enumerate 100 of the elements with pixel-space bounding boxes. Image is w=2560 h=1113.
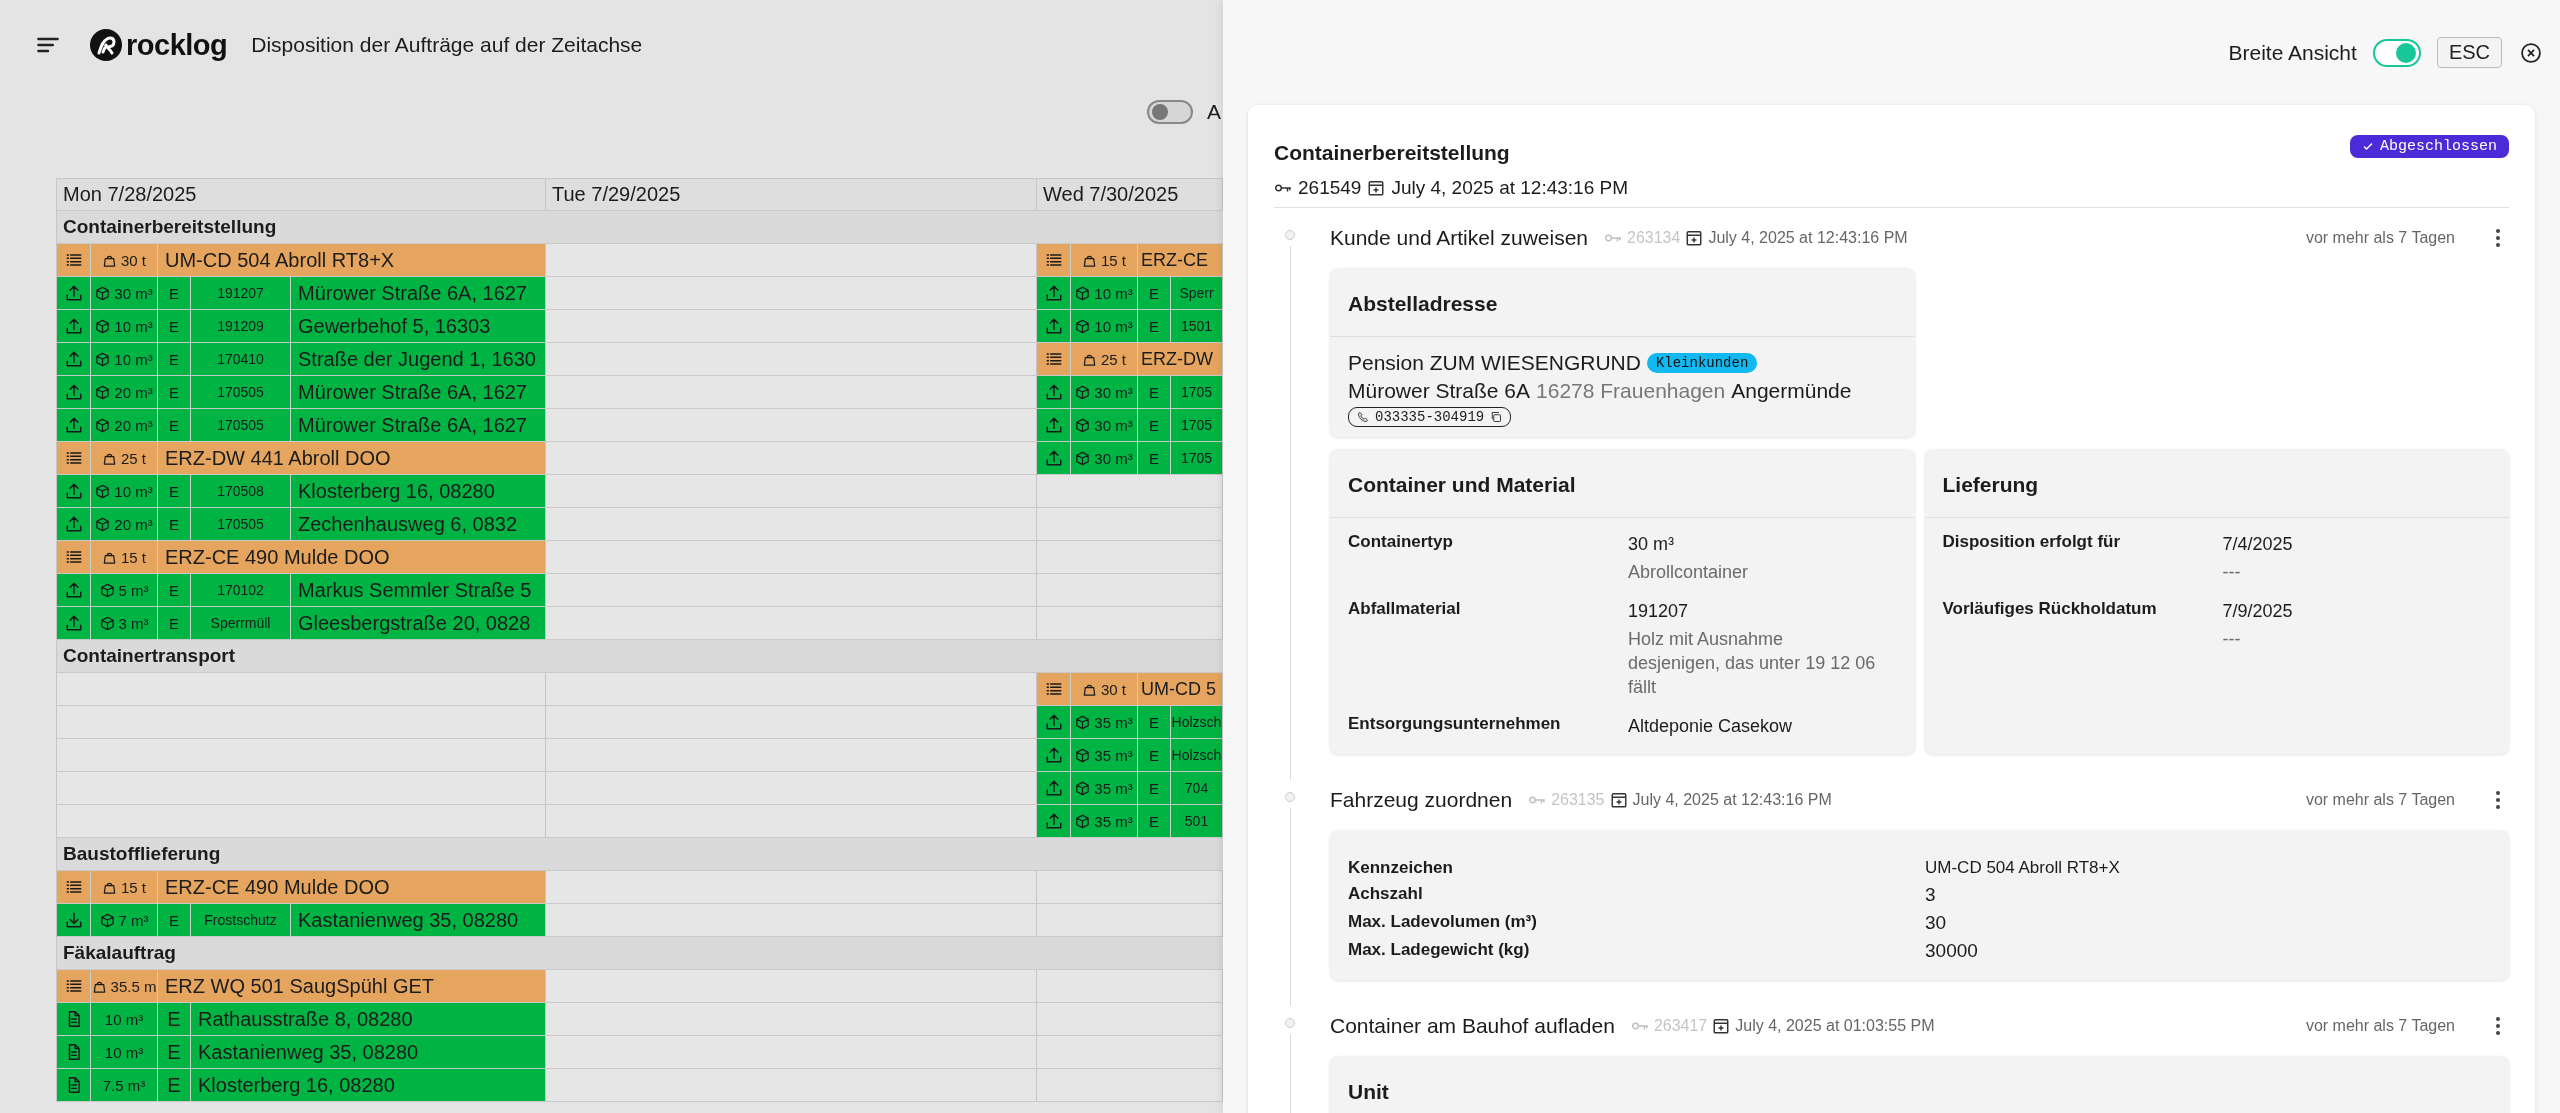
order-entry[interactable]: 30 m³ E 191207 Mürower Straße 6A, 1627 bbox=[56, 277, 546, 309]
vehicle-entry[interactable]: 30 t UM-CD 504 Abroll RT8+X bbox=[56, 244, 546, 276]
order-type: E bbox=[1149, 317, 1159, 335]
vehicle-name: UM-CD 5 bbox=[1141, 678, 1216, 700]
card-title: Container und Material bbox=[1330, 449, 1915, 518]
order-entry[interactable]: 10 m³ E 170508 Klosterberg 16, 08280 bbox=[56, 475, 546, 507]
vehicle-entry[interactable]: 15 t ERZ-CE 490 Mulde DOO bbox=[56, 541, 546, 573]
order-type: E bbox=[1149, 416, 1159, 434]
section-header: Containertransport bbox=[56, 640, 1223, 673]
order-code: Holzsch bbox=[1171, 714, 1222, 730]
order-entry[interactable]: 20 m³ E 170505 Zechenhausweg 6, 0832 bbox=[56, 508, 546, 540]
day-header: Tue 7/29/2025 bbox=[546, 178, 1037, 210]
more-options-icon[interactable] bbox=[2495, 790, 2501, 811]
box-icon bbox=[1075, 417, 1091, 433]
more-options-icon[interactable] bbox=[2495, 1016, 2501, 1037]
order-entry[interactable]: 10 m³ E Rathausstraße 8, 08280 bbox=[56, 1003, 546, 1035]
order-type: E bbox=[169, 515, 179, 533]
box-icon bbox=[1075, 813, 1091, 829]
menu-icon[interactable] bbox=[36, 35, 60, 55]
wide-view-label: Breite Ansicht bbox=[2228, 40, 2357, 65]
field-label: Max. Ladegewicht (kg) bbox=[1348, 940, 1531, 962]
order-code: 1705 bbox=[1180, 384, 1213, 400]
vehicle-entry[interactable]: 25 t ERZ-DW 441 Abroll DOO bbox=[56, 442, 546, 474]
order-entry[interactable]: 10 m³ E 170410 Straße der Jugend 1, 1630 bbox=[56, 343, 546, 375]
field-note: Abrollcontainer bbox=[1628, 561, 1750, 585]
order-volume: 30 m³ bbox=[114, 284, 153, 302]
esc-button[interactable]: ESC bbox=[2436, 37, 2502, 68]
list-icon bbox=[64, 449, 83, 467]
order-code: 170410 bbox=[217, 351, 264, 367]
order-entry[interactable]: 30 m³ E 1705 bbox=[1037, 442, 1223, 474]
order-entry[interactable]: 10 m³ E 191209 Gewerbehof 5, 16303 bbox=[56, 310, 546, 342]
order-volume: 10 m³ bbox=[114, 350, 153, 368]
order-type: E bbox=[1149, 284, 1159, 302]
order-entry[interactable]: 10 m³ E Sperr bbox=[1037, 277, 1223, 309]
order-code: 191209 bbox=[217, 318, 264, 334]
field-value: 30 bbox=[1925, 912, 1948, 935]
phone-chip[interactable]: 033335-304919 bbox=[1348, 407, 1512, 427]
vehicle-capacity: 15 t bbox=[1101, 251, 1126, 269]
list-icon bbox=[64, 251, 83, 269]
field-label: Abfallmaterial bbox=[1348, 598, 1462, 620]
vehicle-entry[interactable]: 15 t ERZ-CE bbox=[1037, 244, 1223, 276]
order-entry[interactable]: 10 m³ E Kastanienweg 35, 08280 bbox=[56, 1036, 546, 1068]
order-entry[interactable]: 20 m³ E 170505 Mürower Straße 6A, 1627 bbox=[56, 409, 546, 441]
vehicle-entry[interactable]: 25 t ERZ-DW bbox=[1037, 343, 1223, 375]
order-volume: 35 m³ bbox=[1094, 746, 1133, 764]
order-entry[interactable]: 10 m³ E 1501 bbox=[1037, 310, 1223, 342]
order-address: Klosterberg 16, 08280 bbox=[198, 1073, 395, 1097]
toggle-switch[interactable] bbox=[1147, 100, 1193, 124]
field-value: 3 bbox=[1925, 884, 1937, 907]
order-entry[interactable]: 35 m³ E Holzsch bbox=[1037, 706, 1223, 738]
order-type: E bbox=[1149, 746, 1159, 764]
order-code: 501 bbox=[1184, 813, 1209, 829]
vehicle-entry[interactable]: 35.5 m ERZ WQ 501 SaugSpühl GET bbox=[56, 970, 546, 1002]
toggle-switch[interactable] bbox=[2372, 38, 2421, 67]
relative-time: vor mehr als 7 Tagen bbox=[2305, 1017, 2455, 1036]
vehicle-name: ERZ WQ 501 SaugSpühl GET bbox=[165, 974, 434, 998]
order-entry[interactable]: 7.5 m³ E Klosterberg 16, 08280 bbox=[56, 1069, 546, 1101]
order-code: 170505 bbox=[217, 417, 264, 433]
order-code: 704 bbox=[1184, 780, 1209, 796]
box-icon bbox=[1075, 384, 1091, 400]
order-address: Mürower Straße 6A, 1627 bbox=[298, 413, 527, 437]
card-title: Abstelladresse bbox=[1330, 268, 1915, 337]
copy-icon[interactable] bbox=[1490, 411, 1503, 423]
vehicle-name: ERZ-CE bbox=[1141, 249, 1208, 271]
order-entry[interactable]: 30 m³ E 1705 bbox=[1037, 376, 1223, 408]
step-id: 263134 bbox=[1627, 229, 1681, 247]
order-entry[interactable]: 30 m³ E 1705 bbox=[1037, 409, 1223, 441]
order-entry[interactable]: 20 m³ E 170505 Mürower Straße 6A, 1627 bbox=[56, 376, 546, 408]
vehicle-name: ERZ-CE 490 Mulde DOO bbox=[165, 545, 390, 569]
order-volume: 35 m³ bbox=[1094, 812, 1133, 830]
box-icon bbox=[95, 384, 111, 400]
status-text: Abgeschlossen bbox=[2379, 137, 2497, 155]
postal-city: 16278 Frauenhagen bbox=[1536, 379, 1726, 403]
box-icon bbox=[99, 582, 115, 598]
field-label: Containertyp bbox=[1348, 532, 1454, 553]
step-date: July 4, 2025 at 12:43:16 PM bbox=[1708, 229, 1908, 247]
list-icon bbox=[64, 548, 83, 566]
order-entry[interactable]: 5 m³ E 170102 Markus Semmler Straße 5 bbox=[56, 574, 546, 606]
order-volume: 10 m³ bbox=[114, 317, 153, 335]
list-icon bbox=[1044, 251, 1063, 269]
order-code: 1501 bbox=[1180, 318, 1213, 334]
vehicle-entry[interactable]: 30 t UM-CD 5 bbox=[1037, 673, 1223, 705]
order-entry[interactable]: 3 m³ E Sperrmüll Gleesbergstraße 20, 0828 bbox=[56, 607, 546, 639]
box-icon bbox=[95, 516, 111, 532]
close-icon[interactable] bbox=[2520, 41, 2542, 64]
step-title: Kunde und Artikel zuweisen bbox=[1330, 226, 1588, 250]
vehicle-entry[interactable]: 15 t ERZ-CE 490 Mulde DOO bbox=[56, 871, 546, 903]
more-options-icon[interactable] bbox=[2495, 228, 2501, 248]
order-code: 170505 bbox=[217, 384, 264, 400]
order-code: Sperr bbox=[1179, 285, 1214, 301]
street: Mürower Straße 6A bbox=[1348, 379, 1531, 403]
order-type: E bbox=[169, 614, 179, 632]
order-entry[interactable]: 7 m³ E Frostschutz Kastanienweg 35, 08280 bbox=[56, 904, 546, 936]
order-entry[interactable]: 35 m³ E 501 bbox=[1037, 805, 1223, 837]
card-title: Unit bbox=[1347, 1079, 1390, 1106]
field-value: UM-CD 504 Abroll RT8+X bbox=[1925, 858, 2121, 879]
order-entry[interactable]: 35 m³ E Holzsch bbox=[1037, 739, 1223, 771]
order-type: E bbox=[169, 284, 179, 302]
order-entry[interactable]: 35 m³ E 704 bbox=[1037, 772, 1223, 804]
field-label: Entsorgungsunternehmen bbox=[1348, 713, 1562, 735]
